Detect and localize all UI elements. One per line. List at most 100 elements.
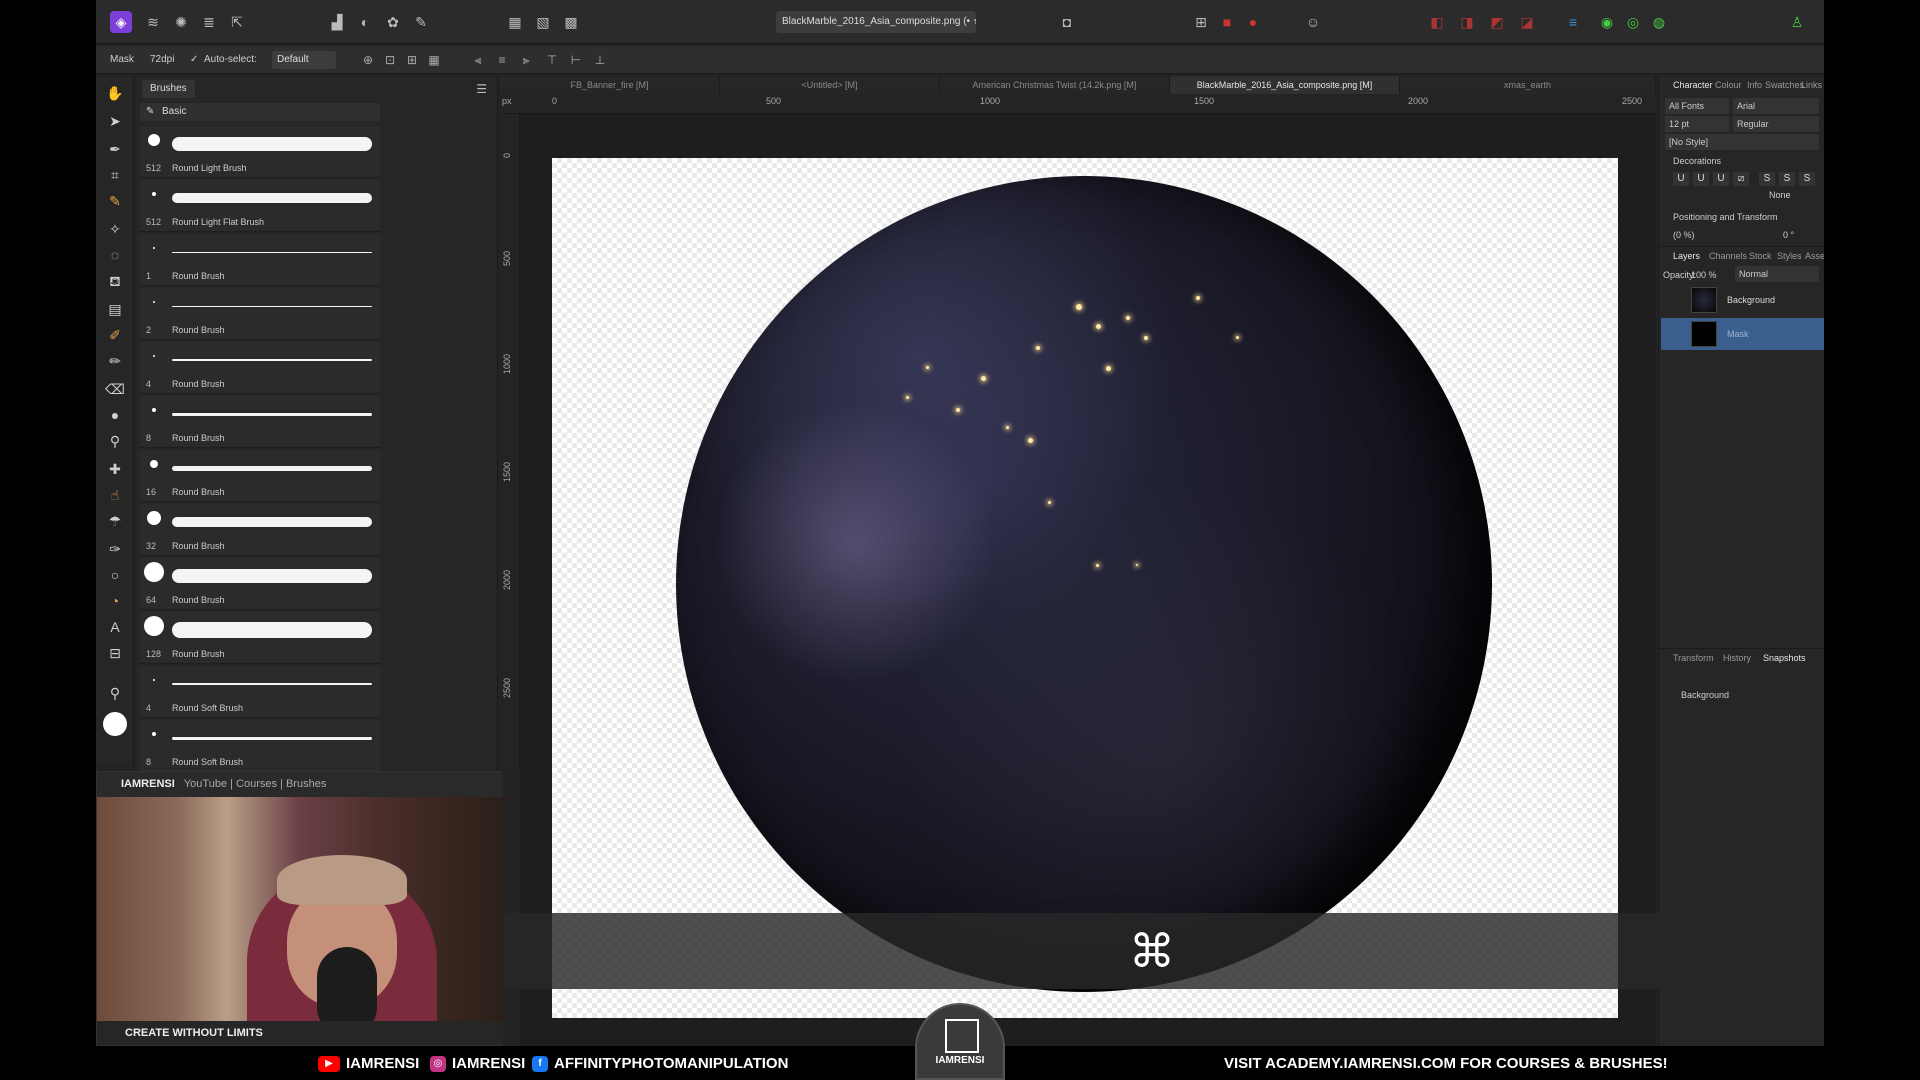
tab-character[interactable]: Character: [1673, 80, 1713, 90]
horizontal-ruler[interactable]: px 0500100015002000250030003500400045005…: [500, 94, 1656, 114]
brush-item[interactable]: 128 Round Brush: [140, 612, 380, 664]
paint-brush-icon[interactable]: ✐: [104, 324, 126, 346]
move-tool-icon[interactable]: ➤: [104, 110, 126, 132]
tab-transform[interactable]: Transform: [1673, 653, 1714, 663]
erase-brush-icon[interactable]: ⌫: [104, 378, 126, 400]
document-tab[interactable]: <Untitled> [M]: [720, 76, 940, 94]
liquify-persona-icon[interactable]: ≋: [142, 11, 164, 33]
strikethrough-button[interactable]: S: [1759, 172, 1775, 186]
double-strikethrough-button[interactable]: S: [1779, 172, 1795, 186]
chat-icon[interactable]: ☺: [1302, 11, 1324, 33]
tab-channels[interactable]: Channels: [1709, 251, 1747, 261]
assistant-icon[interactable]: ●: [1242, 11, 1264, 33]
brush-item[interactable]: 8 Round Brush: [140, 396, 380, 448]
auto-contrast-icon[interactable]: ◐: [354, 11, 376, 33]
document-canvas[interactable]: [552, 158, 1618, 1018]
tab-assets[interactable]: Assets: [1805, 251, 1824, 261]
tab-swatches[interactable]: Swatches: [1765, 80, 1804, 90]
tab-links[interactable]: Links: [1801, 80, 1822, 90]
tracking-value[interactable]: (0 %): [1673, 230, 1695, 240]
deselect-icon[interactable]: ▧: [532, 11, 554, 33]
pixel-tool-icon[interactable]: ✏: [104, 350, 126, 372]
healing-brush-icon[interactable]: ✚: [104, 458, 126, 480]
marquee-tool-icon[interactable]: ◌: [104, 244, 126, 266]
magic-wand-icon[interactable]: ✧: [104, 218, 126, 240]
invert-selection-icon[interactable]: ▩: [560, 11, 582, 33]
auto-select-checkbox[interactable]: ✓: [190, 54, 198, 65]
brush-item[interactable]: 4 Round Soft Brush: [140, 666, 380, 718]
brush-item[interactable]: 4 Round Brush: [140, 342, 380, 394]
export-persona-icon[interactable]: ⇱: [226, 11, 248, 33]
tab-colour[interactable]: Colour: [1715, 80, 1742, 90]
document-tab[interactable]: BlackMarble_2016_Asia_composite.png [M]: [1170, 76, 1400, 94]
tab-styles[interactable]: Styles: [1777, 251, 1802, 261]
skew-value[interactable]: 0 °: [1783, 230, 1794, 240]
quick-mask-icon[interactable]: ◘: [1056, 11, 1078, 33]
selection-brush-icon[interactable]: ✎: [104, 190, 126, 212]
vertical-ruler[interactable]: 0 500 1000 1500 2000 2500: [500, 114, 520, 770]
globe-icon[interactable]: ◍: [1648, 11, 1670, 33]
brushes-tab[interactable]: Brushes: [142, 80, 195, 98]
align-bottom-icon[interactable]: ⊥: [592, 52, 608, 68]
font-family-dropdown[interactable]: Arial: [1733, 98, 1819, 114]
brush-item[interactable]: 1 Round Brush: [140, 234, 380, 286]
grid-icon[interactable]: ▦: [426, 52, 442, 68]
brush-item[interactable]: 512 Round Light Brush: [140, 126, 380, 178]
distribute-icon[interactable]: ⊞: [404, 52, 420, 68]
brush-category-dropdown[interactable]: ✎ Basic: [140, 103, 380, 121]
gradient-tool-icon[interactable]: ▤: [104, 298, 126, 320]
transform-origin-icon[interactable]: ⊕: [360, 52, 376, 68]
document-tab[interactable]: FB_Banner_fire [M]: [500, 76, 720, 94]
align-icon[interactable]: ≡: [1562, 11, 1584, 33]
account-icon[interactable]: ♙: [1786, 11, 1808, 33]
document-tab[interactable]: xmas_earth: [1400, 76, 1656, 94]
layer-fx-icon[interactable]: ◎: [1622, 11, 1644, 33]
document-title[interactable]: BlackMarble_2016_Asia_composite.png (• ★: [776, 11, 976, 33]
tab-stock[interactable]: Stock: [1749, 251, 1772, 261]
underline-button[interactable]: U: [1673, 172, 1689, 186]
brush-item[interactable]: 512 Round Light Flat Brush: [140, 180, 380, 232]
decorations-heading[interactable]: Decorations: [1673, 156, 1721, 166]
positioning-heading[interactable]: Positioning and Transform: [1673, 212, 1778, 222]
snapping-icon[interactable]: ⊞: [1190, 11, 1212, 33]
brush-item[interactable]: 64 Round Brush: [140, 558, 380, 610]
view-tool-icon[interactable]: ✋: [104, 82, 126, 104]
boolean-icon[interactable]: ◉: [1596, 11, 1618, 33]
blur-brush-icon[interactable]: ☂: [104, 510, 126, 532]
flood-fill-icon[interactable]: ⛾: [104, 270, 126, 292]
flip-icon[interactable]: ◨: [1456, 11, 1478, 33]
font-collection-dropdown[interactable]: All Fonts: [1665, 98, 1729, 114]
layer-row-background[interactable]: Background: [1661, 284, 1824, 316]
record-icon[interactable]: ■: [1216, 11, 1238, 33]
align-center-icon[interactable]: ≡: [494, 52, 510, 68]
underline-color-button[interactable]: ⧄: [1733, 172, 1749, 186]
bounding-box-icon[interactable]: ⊡: [382, 52, 398, 68]
auto-select-dropdown[interactable]: Default: [272, 51, 336, 69]
smudge-tool-icon[interactable]: ☝: [104, 484, 126, 506]
brush-item[interactable]: 16 Round Brush: [140, 450, 380, 502]
font-style-dropdown[interactable]: Regular: [1733, 116, 1819, 132]
brush-item[interactable]: 2 Round Brush: [140, 288, 380, 340]
clone-tool-icon[interactable]: ⚲: [104, 430, 126, 452]
opacity-value[interactable]: 100 %: [1691, 270, 1717, 280]
dodge-tool-icon[interactable]: ●: [104, 404, 126, 426]
tone-mapping-persona-icon[interactable]: ≣: [198, 11, 220, 33]
pen-tool-icon[interactable]: ✑: [104, 538, 126, 560]
blend-mode-dropdown[interactable]: Normal: [1735, 266, 1819, 282]
layer-row-mask[interactable]: Mask: [1661, 318, 1824, 350]
align-top-icon[interactable]: ⊤: [544, 52, 560, 68]
color-picker-icon[interactable]: ✒: [104, 138, 126, 160]
shape-tool-icon[interactable]: ○: [104, 564, 126, 586]
snapshot-item[interactable]: Background: [1681, 690, 1729, 700]
crop-tool-icon[interactable]: ⌗: [104, 164, 126, 186]
selection-icon[interactable]: ▦: [504, 11, 526, 33]
panel-menu-icon[interactable]: ☰: [476, 82, 487, 96]
white-balance-icon[interactable]: ✎: [410, 11, 432, 33]
crop-to-selection-icon[interactable]: ◪: [1516, 11, 1538, 33]
align-right-icon[interactable]: ⫸: [518, 52, 534, 68]
thick-strikethrough-button[interactable]: S: [1799, 172, 1815, 186]
brush-item[interactable]: 8 Round Soft Brush: [140, 720, 380, 772]
arrange-icon[interactable]: ◧: [1426, 11, 1448, 33]
thick-underline-button[interactable]: U: [1713, 172, 1729, 186]
levels-icon[interactable]: ▟: [326, 11, 348, 33]
